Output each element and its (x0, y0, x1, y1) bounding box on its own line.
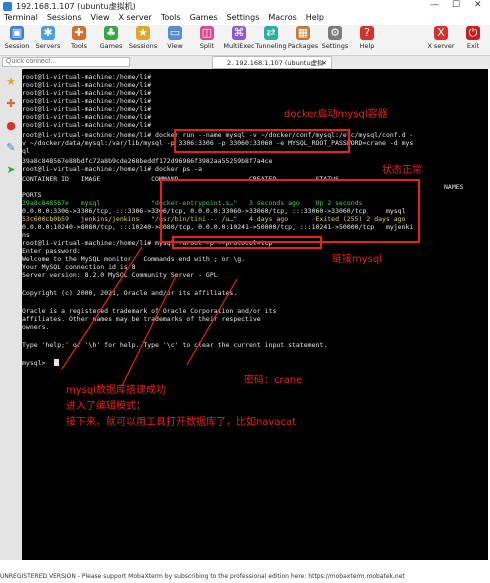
toolbar-help-button[interactable]: ? Help (350, 26, 384, 50)
menu-sessions[interactable]: Sessions (47, 13, 82, 22)
settings-icon: ⚙ (328, 26, 342, 40)
menu-view[interactable]: View (91, 13, 110, 22)
menu-help[interactable]: Help (306, 13, 324, 22)
window-titlebar: 192.168.1.107 (ubuntu虚拟机) — ☐ ✕ (0, 0, 490, 13)
annotation-success-2: 进入了编辑模式； (66, 401, 146, 412)
games-side-icon[interactable]: ➤ (4, 163, 18, 177)
annotation-connect: 链接mysql (332, 254, 382, 265)
toolbar-settings-button[interactable]: ⚙ Settings (318, 26, 352, 50)
sftp-side-icon[interactable]: ✎ (4, 141, 18, 155)
tunneling-icon: ⇄ (264, 26, 278, 40)
tools-side-icon[interactable]: ✚ (4, 97, 18, 111)
toolbar-exit-button[interactable]: ⏻ Exit (456, 26, 490, 50)
annotation-success-1: mysql数据库搭建成功 (66, 385, 166, 396)
toolbar-split-button[interactable]: ◫ Split (190, 26, 224, 50)
arrow-enter-line (61, 246, 143, 370)
arrow-password-line (121, 273, 178, 387)
app-logo-icon (3, 2, 12, 11)
sessions-icon: ★ (136, 26, 150, 40)
menu-macros[interactable]: Macros (268, 13, 296, 22)
menu-tools[interactable]: Tools (161, 13, 181, 22)
annotation-arrows (61, 246, 238, 387)
session-tab[interactable]: 2. 192.168.1.107 (ubuntu虚拟机) ✕ (212, 56, 332, 79)
toolbar-x-server-button[interactable]: XX server (424, 26, 458, 50)
toolbar-servers-button[interactable]: ✱ Servers (31, 26, 65, 50)
toolbar-view-button[interactable]: ▭ View (158, 26, 192, 50)
toolbar-games-button[interactable]: ♣ Games (94, 26, 128, 50)
quick-connect-bar: 2. 192.168.1.107 (ubuntu虚拟机) ✕ (0, 56, 490, 79)
games-icon: ♣ (104, 26, 118, 40)
window-title: 192.168.1.107 (ubuntu虚拟机) (16, 2, 136, 11)
x-server-icon: X (434, 26, 448, 40)
annotation-password: 密码：crane (244, 375, 303, 386)
minimize-button[interactable]: — (430, 0, 439, 10)
menu-bar: Terminal Sessions View X server Tools Games Se… (0, 13, 490, 25)
status-bar: UNREGISTERED VERSION - Please support Mo… (0, 573, 490, 583)
toolbar-session-button[interactable]: ▣ Session (0, 26, 34, 50)
split-icon: ◫ (200, 26, 214, 40)
sessions-star-icon[interactable]: ★ (4, 75, 18, 89)
toolbar-packages-button[interactable]: ▦ Packages (286, 26, 320, 50)
exit-icon: ⏻ (466, 26, 480, 40)
menu-x-server[interactable]: X server (119, 13, 152, 22)
macros-side-icon[interactable]: ● (4, 119, 18, 133)
toolbar-tunneling-button[interactable]: ⇄ Tunneling (254, 26, 288, 50)
menu-terminal[interactable]: Terminal (4, 13, 38, 22)
toolbar-sessions-button[interactable]: ★ Sessions (126, 26, 160, 50)
close-button[interactable]: ✕ (474, 0, 482, 10)
arrow-prompt-line (186, 278, 238, 366)
packages-icon: ▦ (296, 26, 310, 40)
left-sidebar: ★ ✚ ● ✎ ➤ (0, 69, 22, 560)
annotation-success-3: 接下来，就可以用工具打开数据库了，比如navacat (66, 417, 297, 428)
annotation-docker-start: docker启动mysql容器 (284, 109, 388, 120)
menu-games[interactable]: Games (190, 13, 218, 22)
tools-icon: ✚ (72, 26, 86, 40)
annotation-status-ok: 状态正常 (382, 165, 422, 176)
servers-icon: ✱ (41, 26, 55, 40)
quick-connect-input[interactable] (2, 57, 130, 67)
toolbar-multiexec-button[interactable]: ⌘ MultiExec (222, 26, 256, 50)
help-icon: ? (360, 26, 374, 40)
toolbar: ▣ Session ✱ Servers ✚ Tools ♣ Games ★ Session… (0, 25, 490, 56)
menu-settings[interactable]: Settings (227, 13, 260, 22)
multiexec-icon: ⌘ (232, 26, 246, 40)
terminal-area[interactable]: root@li-virtual-machine:/home/li# root@l… (22, 69, 488, 560)
session-icon: ▣ (10, 26, 24, 40)
toolbar-tools-button[interactable]: ✚ Tools (62, 26, 96, 50)
maximize-button[interactable]: ☐ (452, 0, 460, 10)
view-icon: ▭ (168, 26, 182, 40)
close-tab-icon[interactable]: ✕ (322, 57, 327, 69)
